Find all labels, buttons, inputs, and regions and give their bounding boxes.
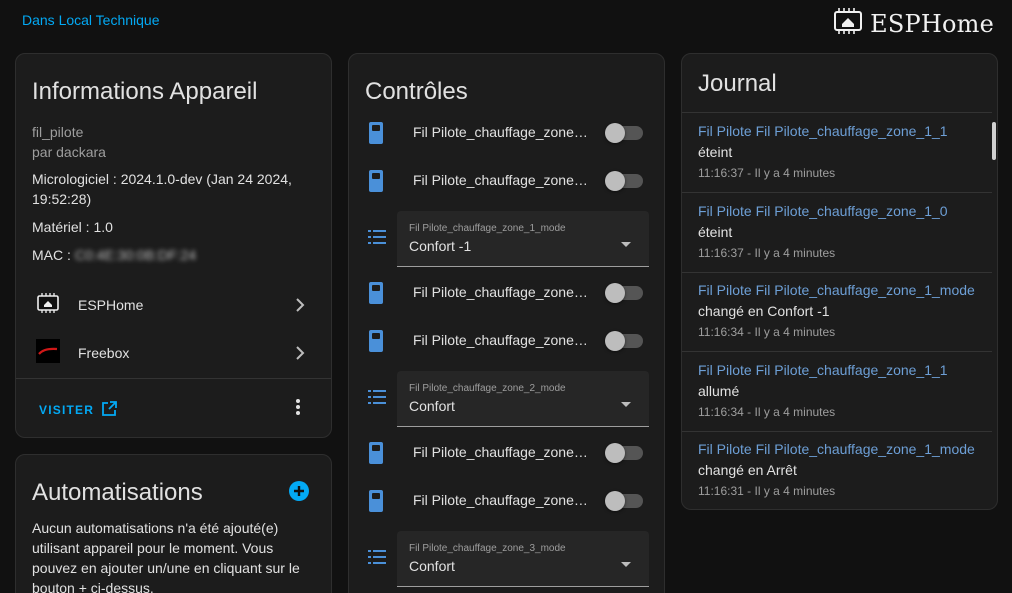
journal-entity-link[interactable]: Fil Pilote Fil Pilote_chauffage_zone_1_m… [698, 282, 975, 298]
more-options-icon[interactable] [295, 398, 301, 421]
switch-icon [369, 122, 383, 149]
mode-select[interactable]: Fil Pilote_chauffage_zone_1_mode Confort… [397, 211, 649, 267]
switch-icon [369, 282, 383, 309]
dropdown-arrow-icon [621, 395, 631, 413]
journal-message: changé en Arrêt [698, 462, 797, 478]
switch-row: Fil Pilote_chauffage_zone_3_0 [349, 478, 664, 526]
journal-entry: Fil Pilote Fil Pilote_chauffage_zone_1_m… [682, 272, 992, 352]
select-value: Confort [409, 558, 455, 574]
journal-entry: Fil Pilote Fil Pilote_chauffage_zone_1_1… [682, 113, 992, 193]
switch-toggle[interactable] [605, 283, 643, 303]
journal-message: changé en Confort -1 [698, 303, 830, 319]
switch-toggle[interactable] [605, 331, 643, 351]
esphome-logo-icon [36, 292, 60, 318]
journal-time: 11:16:34 - Il y a 4 minutes [698, 405, 836, 419]
switch-row: Fil Pilote_chauffage_zone_2_1 [349, 270, 664, 318]
journal-entity-link[interactable]: Fil Pilote Fil Pilote_chauffage_zone_1_m… [698, 441, 975, 457]
automations-title: Automatisations [32, 479, 203, 506]
switch-row: Fil Pilote_chauffage_zone_3_1 [349, 430, 664, 478]
switch-toggle[interactable] [605, 491, 643, 511]
esphome-logo-icon [832, 8, 864, 39]
switch-row: Fil Pilote_chauffage_zone_2_0 [349, 318, 664, 366]
area-link[interactable]: Dans Local Technique [22, 12, 160, 28]
mac-address: MAC : C0:4E:30:0B:DF:24 [32, 245, 312, 265]
device-manufacturer: par dackara [32, 144, 106, 160]
visit-label: VISITER [39, 403, 95, 417]
switch-icon [369, 170, 383, 197]
format-list-icon [368, 549, 386, 570]
journal-time: 11:16:37 - Il y a 4 minutes [698, 246, 836, 260]
switch-row: Fil Pilote_chauffage_zone_1_0 [349, 158, 664, 206]
journal-entity-link[interactable]: Fil Pilote Fil Pilote_chauffage_zone_1_1 [698, 123, 948, 139]
switch-icon [369, 330, 383, 357]
switch-icon [369, 490, 383, 517]
brand-name: ESPHome [870, 9, 994, 38]
open-in-new-icon [102, 401, 117, 419]
esphome-brand: ESPHome [832, 8, 994, 39]
device-info-title: Informations Appareil [32, 78, 258, 105]
switch-icon [369, 442, 383, 469]
switch-name[interactable]: Fil Pilote_chauffage_zone_2_1 [413, 284, 589, 300]
journal-entry: Fil Pilote Fil Pilote_chauffage_zone_1_m… [682, 431, 992, 509]
link-freebox-label: Freebox [78, 345, 130, 361]
journal-entity-link[interactable]: Fil Pilote Fil Pilote_chauffage_zone_1_0 [698, 203, 948, 219]
format-list-icon [368, 389, 386, 410]
hardware-version: Matériel : 1.0 [32, 219, 113, 235]
switch-name[interactable]: Fil Pilote_chauffage_zone_1_0 [413, 172, 589, 188]
chevron-right-icon [295, 297, 305, 318]
journal-scrollbar[interactable] [992, 122, 996, 160]
journal-message: allumé [698, 383, 740, 399]
freebox-logo-icon [36, 338, 60, 368]
select-row: Fil Pilote_chauffage_zone_3_mode Confort [349, 531, 664, 587]
card-actions-divider [16, 378, 331, 379]
select-value: Confort [409, 398, 455, 414]
format-list-icon [368, 229, 386, 250]
journal-time: 11:16:34 - Il y a 4 minutes [698, 325, 836, 339]
link-esphome[interactable]: ESPHome [16, 281, 331, 329]
controls-card: Contrôles Fil Pilote_chauffage_zone_1_1 … [348, 53, 665, 593]
controls-title: Contrôles [365, 78, 468, 105]
device-info-card: Informations Appareil fil_pilote par dac… [15, 53, 332, 438]
select-label: Fil Pilote_chauffage_zone_2_mode [409, 383, 566, 394]
dropdown-arrow-icon [621, 555, 631, 573]
switch-name[interactable]: Fil Pilote_chauffage_zone_1_1 [413, 124, 589, 140]
journal-list: Fil Pilote Fil Pilote_chauffage_zone_1_1… [682, 112, 992, 509]
switch-toggle[interactable] [605, 123, 643, 143]
add-automation-button[interactable] [289, 481, 309, 506]
switch-row: Fil Pilote_chauffage_zone_1_1 [349, 110, 664, 158]
journal-message: éteint [698, 144, 733, 160]
mode-select[interactable]: Fil Pilote_chauffage_zone_3_mode Confort [397, 531, 649, 587]
link-esphome-label: ESPHome [78, 297, 144, 313]
link-freebox[interactable]: Freebox [16, 329, 331, 377]
journal-entry: Fil Pilote Fil Pilote_chauffage_zone_1_0… [682, 193, 992, 273]
mac-value: C0:4E:30:0B:DF:24 [74, 247, 197, 263]
journal-message: éteint [698, 224, 733, 240]
journal-entry: Fil Pilote Fil Pilote_chauffage_zone_1_1… [682, 352, 992, 432]
select-label: Fil Pilote_chauffage_zone_3_mode [409, 543, 566, 554]
select-row: Fil Pilote_chauffage_zone_1_mode Confort… [349, 211, 664, 267]
dropdown-arrow-icon [621, 235, 631, 253]
device-model: fil_pilote [32, 124, 84, 140]
journal-entity-link[interactable]: Fil Pilote Fil Pilote_chauffage_zone_1_1 [698, 362, 948, 378]
switch-name[interactable]: Fil Pilote_chauffage_zone_3_0 [413, 492, 589, 508]
select-value: Confort -1 [409, 238, 472, 254]
switch-name[interactable]: Fil Pilote_chauffage_zone_2_0 [413, 332, 589, 348]
automations-empty-text: Aucun automatisations n'a été ajouté(e) … [32, 520, 300, 593]
journal-title: Journal [698, 70, 777, 97]
chevron-right-icon [295, 345, 305, 366]
journal-card: Journal Fil Pilote Fil Pilote_chauffage_… [681, 53, 998, 510]
select-label: Fil Pilote_chauffage_zone_1_mode [409, 223, 566, 234]
journal-time: 11:16:31 - Il y a 4 minutes [698, 484, 836, 498]
mac-label: MAC : [32, 247, 71, 263]
visit-button[interactable]: VISITER [39, 401, 117, 419]
mode-select[interactable]: Fil Pilote_chauffage_zone_2_mode Confort [397, 371, 649, 427]
firmware-version: Micrologiciel : 2024.1.0-dev (Jan 24 202… [32, 171, 292, 207]
switch-toggle[interactable] [605, 171, 643, 191]
journal-time: 11:16:37 - Il y a 4 minutes [698, 166, 836, 180]
switch-toggle[interactable] [605, 443, 643, 463]
plus-circle-icon [289, 481, 309, 501]
switch-name[interactable]: Fil Pilote_chauffage_zone_3_1 [413, 444, 589, 460]
select-row: Fil Pilote_chauffage_zone_2_mode Confort [349, 371, 664, 427]
automations-card: Automatisations Aucun automatisations n'… [15, 454, 332, 593]
